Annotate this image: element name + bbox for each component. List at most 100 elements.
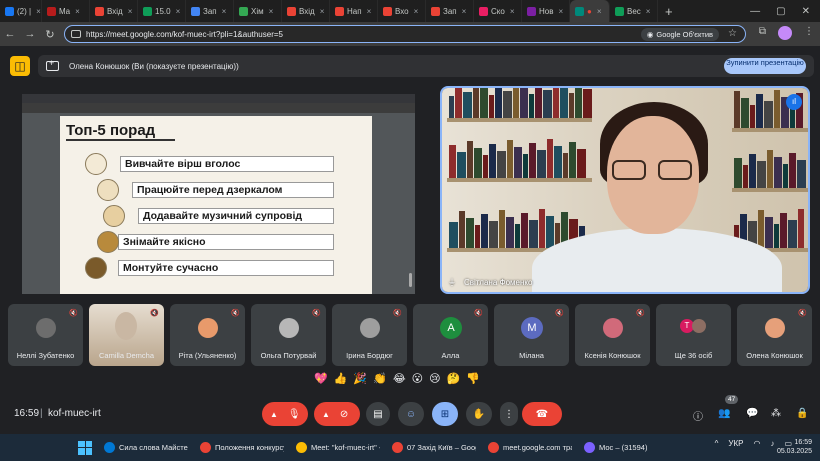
maximize-icon[interactable]: ▢ — [776, 6, 785, 17]
close-window-icon[interactable]: ✕ — [802, 6, 810, 17]
profile-avatar[interactable] — [778, 26, 792, 40]
active-meet-tab[interactable]: ● × — [570, 0, 610, 22]
participant-tile[interactable]: T Ще 36 осіб — [656, 304, 731, 366]
tab-close-icon[interactable]: × — [558, 7, 563, 16]
tab-close-icon[interactable]: × — [75, 7, 80, 16]
activities-icon[interactable]: ⁂ — [771, 408, 781, 419]
browser-tab[interactable]: Зап × — [186, 0, 234, 22]
reaction-emoji-button[interactable]: 👎 — [466, 372, 480, 385]
participant-tile[interactable]: 🔇 Ольга Потурвай — [251, 304, 326, 366]
tab-close-icon[interactable]: × — [367, 7, 372, 16]
browser-tab[interactable]: Нов × — [522, 0, 570, 22]
taskbar-app[interactable]: 07 Захід Київ – Google — [392, 442, 476, 453]
taskbar-app[interactable]: Положення конкурсу — [200, 442, 284, 453]
present-now-button[interactable]: ⊞ — [432, 402, 458, 426]
meet-panel-icon[interactable]: ◫ — [10, 56, 30, 76]
raise-hand-button[interactable]: ✋ — [466, 402, 492, 426]
tab-close-icon[interactable]: × — [222, 7, 227, 16]
browser-tab[interactable]: Нап × — [330, 0, 378, 22]
tab-close-icon[interactable]: × — [462, 7, 467, 16]
taskbar-app[interactable]: meet.google.com трансл — [488, 442, 572, 453]
menu-icon[interactable]: ⋮ — [804, 26, 814, 40]
tab-close-icon[interactable]: × — [176, 7, 181, 16]
tab-close-icon[interactable]: × — [510, 7, 515, 16]
stop-presenting-button[interactable]: Зупинити презентацію — [724, 58, 806, 74]
wifi-icon[interactable]: ◠ — [753, 439, 760, 448]
mic-off-icon[interactable]: 🎙 — [288, 409, 301, 420]
participant-tile[interactable]: 🔇 Ксенія Конюшок — [575, 304, 650, 366]
taskbar-app[interactable]: Meet: "kof-muec-irt" - C — [296, 442, 380, 453]
participant-tile[interactable]: 🔇 Неллі Зубатенко — [8, 304, 83, 366]
participant-tile[interactable]: 🔇 Ріта (Ульяненко) — [170, 304, 245, 366]
emoji-button[interactable]: ☺ — [398, 402, 424, 426]
browser-tab[interactable]: Ско × — [474, 0, 522, 22]
reaction-emoji-button[interactable]: 😢 — [429, 372, 440, 385]
host-controls-icon[interactable]: 🔒 — [796, 408, 808, 419]
tab-close-icon[interactable]: × — [128, 7, 133, 16]
browser-tab[interactable]: Вхід × — [90, 0, 138, 22]
info-icon[interactable]: ⓘ — [693, 408, 703, 423]
participant-tile[interactable]: А 🔇 Алла — [413, 304, 488, 366]
mic-toggle-button[interactable]: ▲ 🎙 — [262, 402, 308, 426]
browser-tab[interactable]: 15.0 × — [138, 0, 186, 22]
taskbar-clock[interactable]: 16:59 05.03.2025 — [777, 438, 812, 456]
participant-tile[interactable]: М 🔇 Мілана — [494, 304, 569, 366]
google-lens-button[interactable]: ◉ Google Об'єктив — [640, 28, 719, 41]
windows-start-icon[interactable] — [78, 440, 92, 455]
browser-tab[interactable]: Вхо × — [378, 0, 426, 22]
participant-name: Camilla Demcha — [98, 351, 155, 360]
participant-tile[interactable]: 🔇 Ірина Бордюг — [332, 304, 407, 366]
reaction-emoji-button[interactable]: 🎉 — [353, 372, 367, 385]
participant-tile[interactable]: 🔇 Олена Конюшок — [737, 304, 812, 366]
captions-button[interactable]: ▤ — [366, 402, 390, 426]
taskbar-app-label: Meet: "kof-muec-irt" - C — [311, 443, 380, 452]
reaction-emoji-button[interactable]: 😮 — [412, 372, 423, 385]
tab-favicon-icon — [95, 6, 104, 16]
camera-off-icon[interactable]: ⊘ — [340, 409, 348, 420]
chevron-up-icon[interactable]: ▲ — [270, 410, 278, 419]
more-options-button[interactable]: ⋮ — [500, 402, 518, 426]
browser-tab[interactable]: Зап × — [426, 0, 474, 22]
language-indicator[interactable]: УКР — [728, 439, 743, 448]
taskbar-app[interactable]: Мос – (31594) — [584, 442, 668, 453]
browser-tab[interactable]: Вхід × — [282, 0, 330, 22]
bookmark-star-icon[interactable]: ☆ — [728, 28, 737, 39]
tab-close-icon[interactable]: × — [597, 7, 602, 16]
browser-tab[interactable]: Вес × — [610, 0, 658, 22]
forward-icon[interactable]: → — [20, 28, 40, 40]
reaction-emoji-button[interactable]: 👍 — [334, 372, 348, 385]
camera-toggle-button[interactable]: ▲ ⊘ — [314, 402, 360, 426]
back-icon[interactable]: ← — [0, 28, 20, 40]
participant-tile[interactable]: 🔇 Camilla Demcha — [89, 304, 164, 366]
site-info-icon[interactable] — [71, 30, 81, 38]
chevron-up-icon[interactable]: ^ — [715, 439, 719, 448]
tab-close-icon[interactable]: × — [36, 7, 41, 16]
chat-icon[interactable]: 💬 — [746, 408, 758, 419]
browser-tab[interactable]: Хім × — [234, 0, 282, 22]
reload-icon[interactable]: ↻ — [40, 28, 60, 41]
reaction-emoji-button[interactable]: 😂 — [393, 372, 406, 385]
tab-close-icon[interactable]: × — [320, 7, 325, 16]
extensions-icon[interactable]: ⧉ — [759, 26, 766, 40]
tip-item: Додавайте музичний супровід — [138, 208, 334, 224]
minimize-icon[interactable]: — — [750, 6, 760, 17]
url-input[interactable]: https://meet.google.com/kof-muec-irt?pli… — [64, 25, 746, 43]
reaction-emoji-button[interactable]: 🤔 — [447, 372, 461, 385]
participant-name: Алла — [441, 351, 460, 360]
book — [459, 211, 465, 248]
pdf-scrollbar[interactable] — [409, 273, 412, 287]
people-icon[interactable]: 👥 — [718, 408, 730, 419]
taskbar-app[interactable]: Сила слова Майстер-к — [104, 442, 188, 453]
new-tab-icon[interactable]: + — [658, 4, 680, 19]
chevron-up-icon[interactable]: ▲ — [322, 410, 330, 419]
speaker-tile[interactable]: ıl ⏚ Світлана Фоменко — [440, 86, 810, 294]
tab-close-icon[interactable]: × — [414, 7, 419, 16]
reaction-emoji-button[interactable]: 👏 — [373, 372, 387, 385]
tab-close-icon[interactable]: × — [269, 7, 274, 16]
browser-tab[interactable]: (2) | × — [0, 0, 42, 22]
browser-tab[interactable]: Ma × — [42, 0, 90, 22]
leave-call-button[interactable]: ☎ — [522, 402, 562, 426]
tab-close-icon[interactable]: × — [646, 7, 651, 16]
volume-icon[interactable]: ♪ — [770, 439, 774, 448]
reaction-emoji-button[interactable]: 💖 — [314, 372, 328, 385]
